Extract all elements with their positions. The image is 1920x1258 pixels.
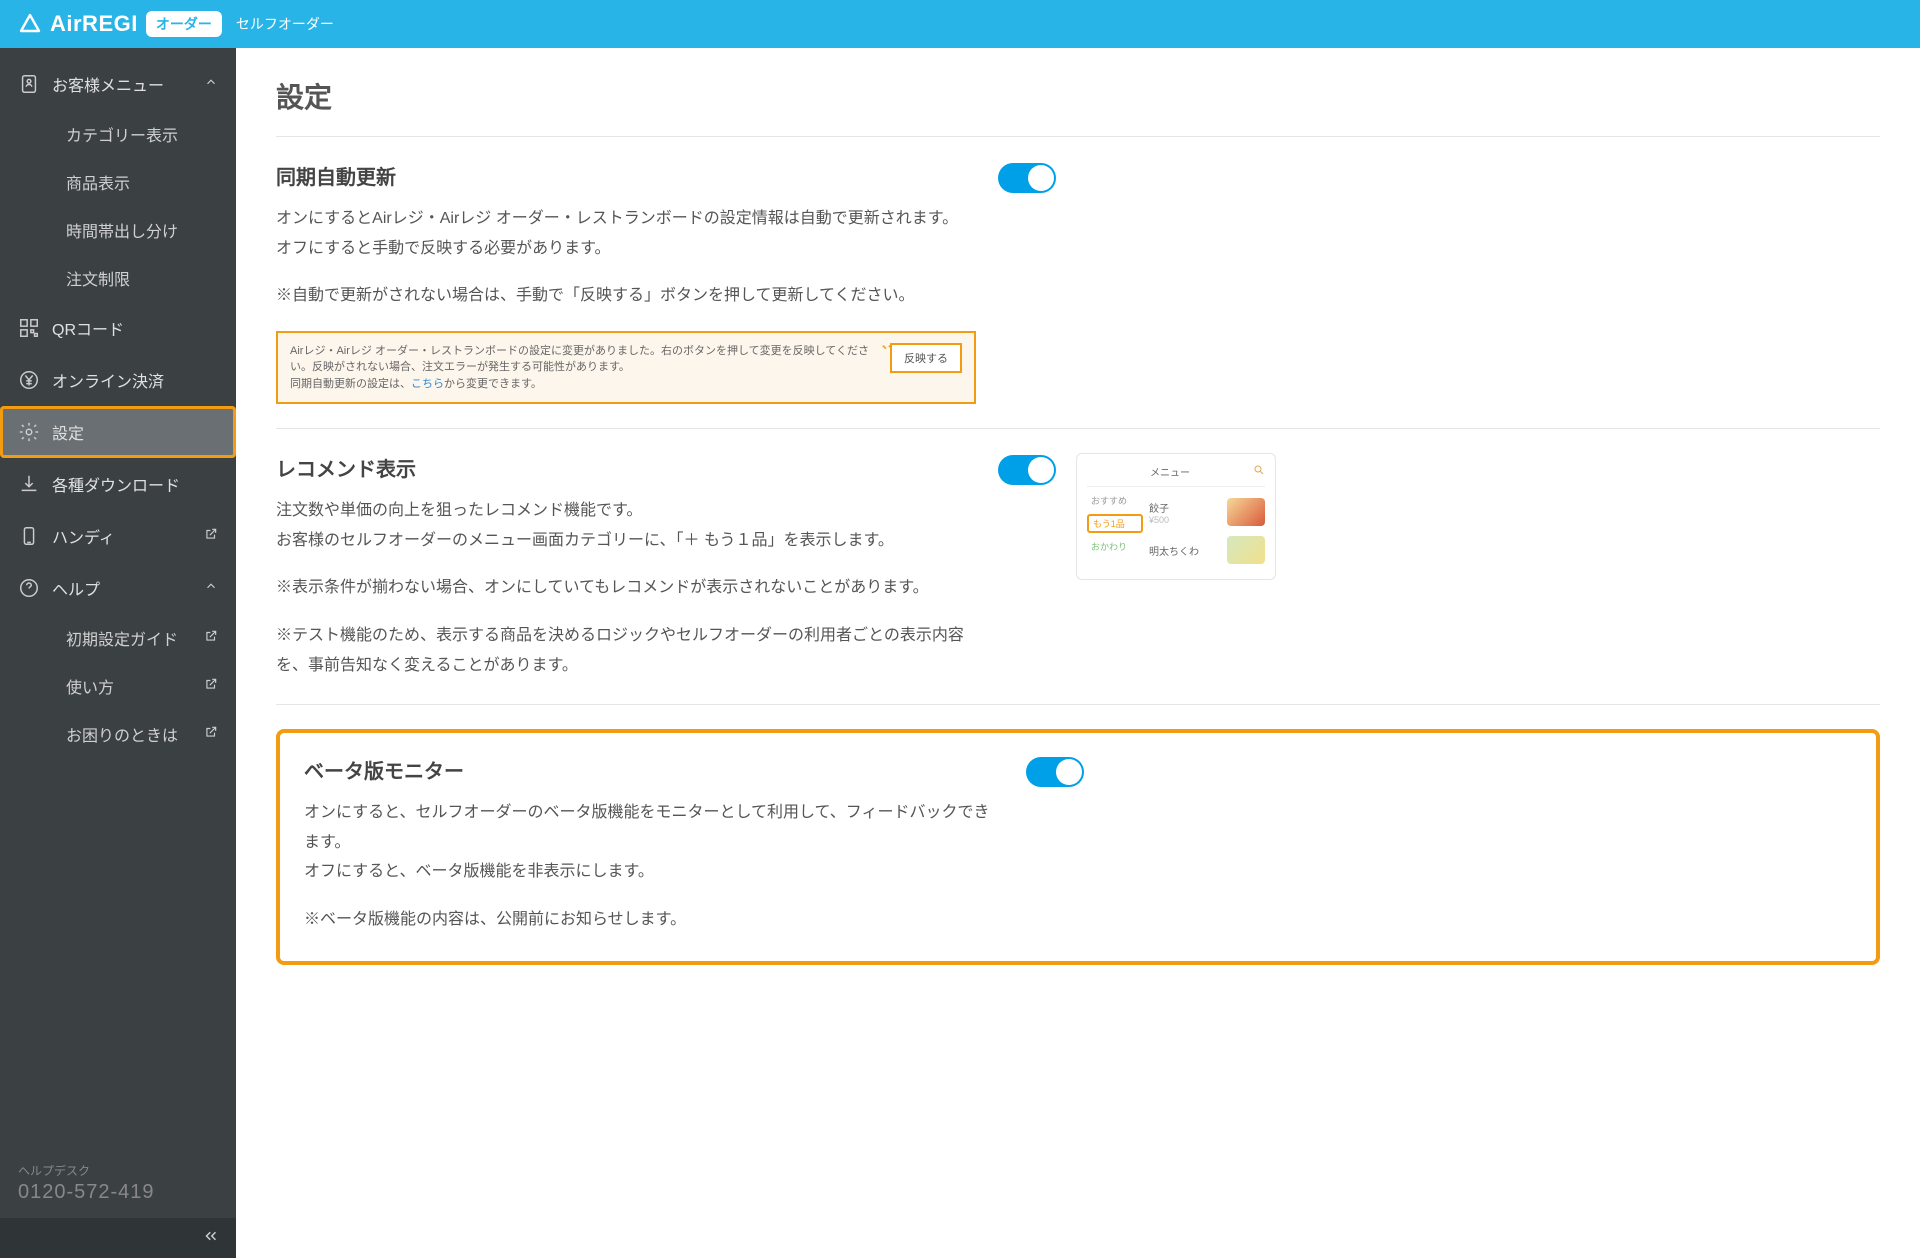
sync-toggle[interactable] bbox=[998, 163, 1056, 193]
sync-note: ※自動で更新がされない場合は、手動で「反映する」ボタンを押して更新してください。 bbox=[276, 281, 976, 311]
yen-icon bbox=[18, 369, 40, 391]
sidebar-item-label: QRコード bbox=[52, 316, 124, 340]
recommend-preview: メニュー おすすめ もう1品 おかわり bbox=[1076, 453, 1276, 580]
beta-title: ベータ版モニター bbox=[304, 755, 1004, 784]
beta-note: ※ベータ版機能の内容は、公開前にお知らせします。 bbox=[304, 905, 1004, 935]
search-icon bbox=[1253, 464, 1265, 479]
logo: AirREGI オーダー セルフオーダー bbox=[18, 11, 334, 37]
preview-thumb bbox=[1227, 498, 1265, 526]
sidebar-item-order-limit[interactable]: 注文制限 bbox=[48, 254, 236, 302]
logo-badge: オーダー bbox=[146, 11, 222, 37]
beta-desc: オンにすると、セルフオーダーのベータ版機能をモニターとして利用して、フィードバッ… bbox=[304, 798, 1004, 887]
header: AirREGI オーダー セルフオーダー bbox=[0, 0, 1920, 48]
gear-icon bbox=[18, 421, 40, 443]
sidebar-item-qr-code[interactable]: QRコード bbox=[0, 302, 236, 354]
preview-tag-mou1: もう1品 bbox=[1087, 514, 1143, 533]
helpdesk-number: 0120-572-419 bbox=[18, 1181, 218, 1204]
sidebar-item-setup-guide[interactable]: 初期設定ガイド bbox=[48, 614, 236, 662]
chevron-up-icon bbox=[204, 579, 218, 598]
sidebar-item-label: 各種ダウンロード bbox=[52, 472, 180, 496]
download-icon bbox=[18, 473, 40, 495]
preview-tag-osusume: おすすめ bbox=[1087, 493, 1143, 508]
external-link-icon bbox=[204, 527, 218, 546]
preview-item1: 餃子 bbox=[1149, 500, 1169, 515]
sidebar-item-time-slot[interactable]: 時間帯出し分け bbox=[48, 206, 236, 254]
sync-info-line1: Airレジ・Airレジ オーダー・レストランボードの設定に変更がありました。右の… bbox=[290, 343, 880, 376]
sync-info-link[interactable]: こちら bbox=[411, 378, 444, 390]
sync-desc: オンにするとAirレジ・Airレジ オーダー・レストランボードの設定情報は自動で… bbox=[276, 204, 976, 263]
sidebar-collapse-button[interactable] bbox=[0, 1218, 236, 1258]
sidebar-item-online-payment[interactable]: オンライン決済 bbox=[0, 354, 236, 406]
sidebar-item-product-display[interactable]: 商品表示 bbox=[48, 158, 236, 206]
sidebar-item-category-display[interactable]: カテゴリー表示 bbox=[48, 110, 236, 158]
recommend-note1: ※表示条件が揃わない場合、オンにしていてもレコメンドが表示されないことがあります… bbox=[276, 573, 976, 603]
sidebar-item-label: お客様メニュー bbox=[52, 72, 164, 96]
preview-tag-okawari: おかわり bbox=[1087, 539, 1143, 554]
preview-item2: 明太ちくわ bbox=[1149, 543, 1199, 558]
recommend-note2: ※テスト機能のため、表示する商品を決めるロジックやセルフオーダーの利用者ごとの表… bbox=[276, 621, 976, 680]
customer-menu-icon bbox=[18, 73, 40, 95]
helpdesk-label: ヘルプデスク bbox=[18, 1162, 218, 1179]
sidebar-item-label: オンライン決済 bbox=[52, 368, 164, 392]
external-link-icon bbox=[204, 725, 218, 744]
sidebar-item-trouble[interactable]: お困りのときは bbox=[48, 710, 236, 758]
help-icon bbox=[18, 577, 40, 599]
nav: お客様メニュー カテゴリー表示 商品表示 時間帯出し分け 注文制限 QRコード bbox=[0, 48, 236, 1152]
sidebar-item-settings[interactable]: 設定 bbox=[0, 406, 236, 458]
recommend-desc: 注文数や単価の向上を狙ったレコメンド機能です。 お客様のセルフオーダーのメニュー… bbox=[276, 496, 976, 555]
recommend-toggle[interactable] bbox=[998, 455, 1056, 485]
sync-info-box: Airレジ・Airレジ オーダー・レストランボードの設定に変更がありました。右の… bbox=[276, 331, 976, 405]
sidebar-item-usage[interactable]: 使い方 bbox=[48, 662, 236, 710]
preview-thumb bbox=[1227, 536, 1265, 564]
logo-sub: セルフオーダー bbox=[236, 14, 334, 34]
sidebar-item-label: ハンディ bbox=[52, 524, 115, 548]
sidebar: お客様メニュー カテゴリー表示 商品表示 時間帯出し分け 注文制限 QRコード bbox=[0, 48, 236, 1258]
logo-icon bbox=[18, 12, 42, 36]
sync-title: 同期自動更新 bbox=[276, 161, 976, 190]
sidebar-item-label: 設定 bbox=[52, 420, 84, 444]
reflect-button[interactable]: 反映する bbox=[890, 343, 962, 373]
logo-text: AirREGI bbox=[50, 11, 138, 37]
recommend-section: レコメンド表示 注文数や単価の向上を狙ったレコメンド機能です。 お客様のセルフオ… bbox=[276, 429, 1880, 704]
sidebar-item-handy[interactable]: ハンディ bbox=[0, 510, 236, 562]
sidebar-item-customer-menu[interactable]: お客様メニュー bbox=[0, 58, 236, 110]
recommend-title: レコメンド表示 bbox=[276, 453, 976, 482]
sync-section: 同期自動更新 オンにするとAirレジ・Airレジ オーダー・レストランボードの設… bbox=[276, 137, 1880, 428]
helpdesk-info: ヘルプデスク 0120-572-419 bbox=[0, 1152, 236, 1218]
sidebar-item-label: ヘルプ bbox=[52, 576, 100, 600]
preview-title: メニュー bbox=[1150, 464, 1190, 479]
chevron-up-icon bbox=[204, 75, 218, 94]
chevron-double-left-icon bbox=[202, 1227, 220, 1250]
sidebar-item-help[interactable]: ヘルプ bbox=[0, 562, 236, 614]
sync-info-line2-pre: 同期自動更新の設定は、 bbox=[290, 378, 411, 390]
external-link-icon bbox=[204, 677, 218, 696]
sidebar-item-downloads[interactable]: 各種ダウンロード bbox=[0, 458, 236, 510]
sync-info-line2-post: から変更できます。 bbox=[444, 378, 542, 390]
beta-toggle[interactable] bbox=[1026, 757, 1084, 787]
external-link-icon bbox=[204, 629, 218, 648]
preview-item1-price: ¥500 bbox=[1149, 515, 1169, 525]
main-content: 設定 同期自動更新 オンにするとAirレジ・Airレジ オーダー・レストランボー… bbox=[236, 48, 1920, 1258]
page-title: 設定 bbox=[276, 76, 1880, 136]
beta-section: ベータ版モニター オンにすると、セルフオーダーのベータ版機能をモニターとして利用… bbox=[276, 705, 1880, 988]
qr-code-icon bbox=[18, 317, 40, 339]
handy-icon bbox=[18, 525, 40, 547]
